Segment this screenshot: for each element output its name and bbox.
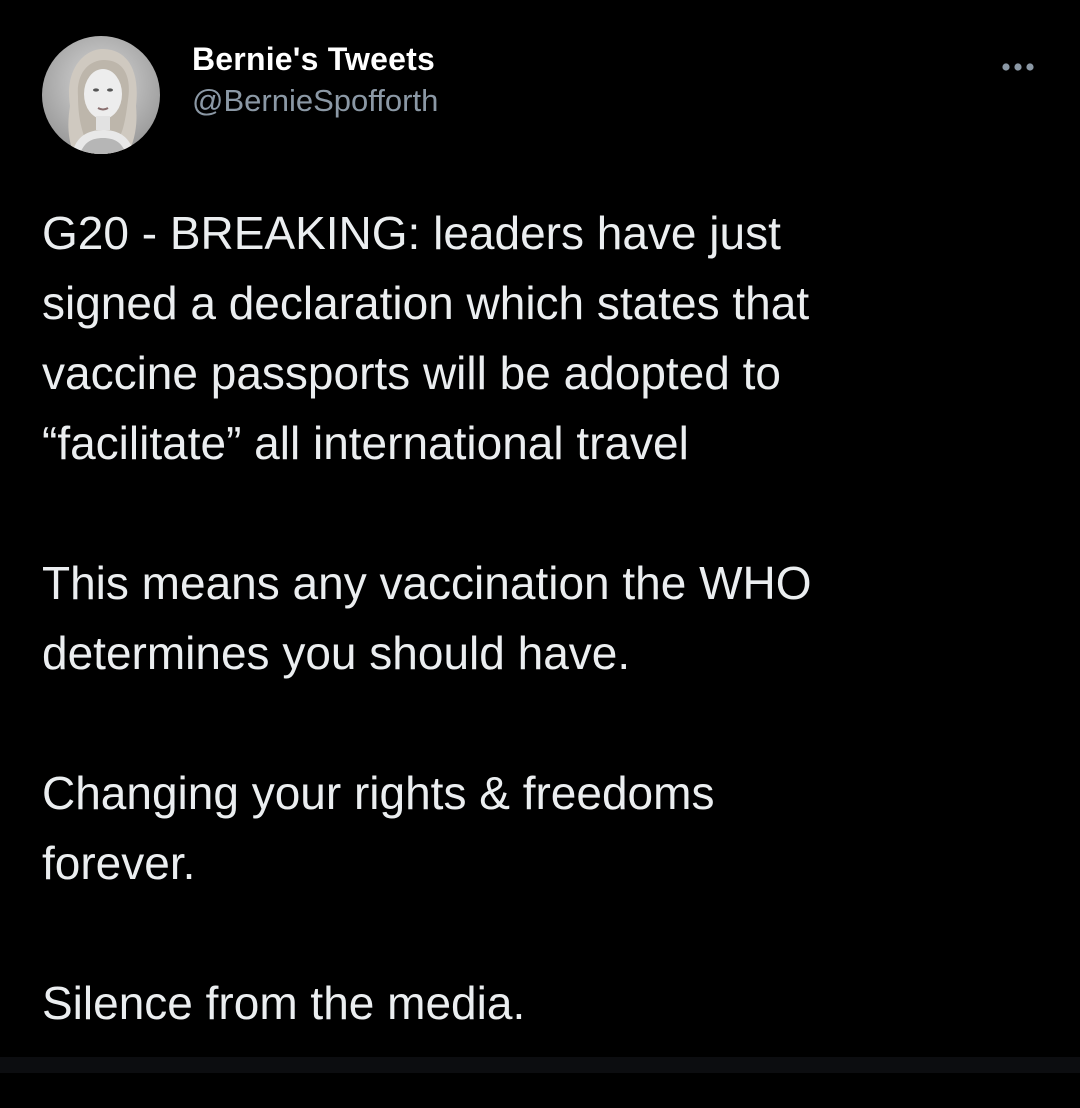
tweet-text-line: Changing your rights & freedoms: [42, 767, 715, 819]
tweet-text-line: forever.: [42, 837, 196, 889]
tweet-text-line: signed a declaration which states that: [42, 277, 810, 329]
bottom-divider: [0, 1057, 1080, 1073]
tweet-paragraph: Changing your rights & freedoms forever.: [42, 758, 1052, 898]
tweet-text-line: This means any vaccination the WHO: [42, 557, 812, 609]
avatar[interactable]: [42, 36, 160, 154]
avatar-portrait-icon: [42, 36, 160, 154]
tweet-paragraph: Silence from the media.: [42, 968, 1052, 1038]
author-display-name[interactable]: Bernie's Tweets: [192, 39, 438, 79]
author-names: Bernie's Tweets @BernieSpofforth: [192, 39, 438, 121]
tweet-paragraph: G20 - BREAKING: leaders have just signed…: [42, 198, 1052, 478]
more-options-button[interactable]: [996, 52, 1040, 82]
author-handle[interactable]: @BernieSpofforth: [192, 81, 438, 121]
tweet-header: Bernie's Tweets @BernieSpofforth: [42, 36, 438, 154]
tweet-text-line: vaccine passports will be adopted to: [42, 347, 781, 399]
tweet-text-line: determines you should have.: [42, 627, 631, 679]
tweet-text-line: G20 - BREAKING: leaders have just: [42, 207, 781, 259]
tweet-text: G20 - BREAKING: leaders have just signed…: [42, 198, 1052, 1108]
tweet-paragraph: This means any vaccination the WHO deter…: [42, 548, 1052, 688]
tweet-text-line: “facilitate” all international travel: [42, 417, 689, 469]
tweet-card: Bernie's Tweets @BernieSpofforth G20 - B…: [0, 0, 1080, 1073]
tweet-text-line: Silence from the media.: [42, 977, 526, 1029]
more-options-icon: [1002, 63, 1034, 71]
